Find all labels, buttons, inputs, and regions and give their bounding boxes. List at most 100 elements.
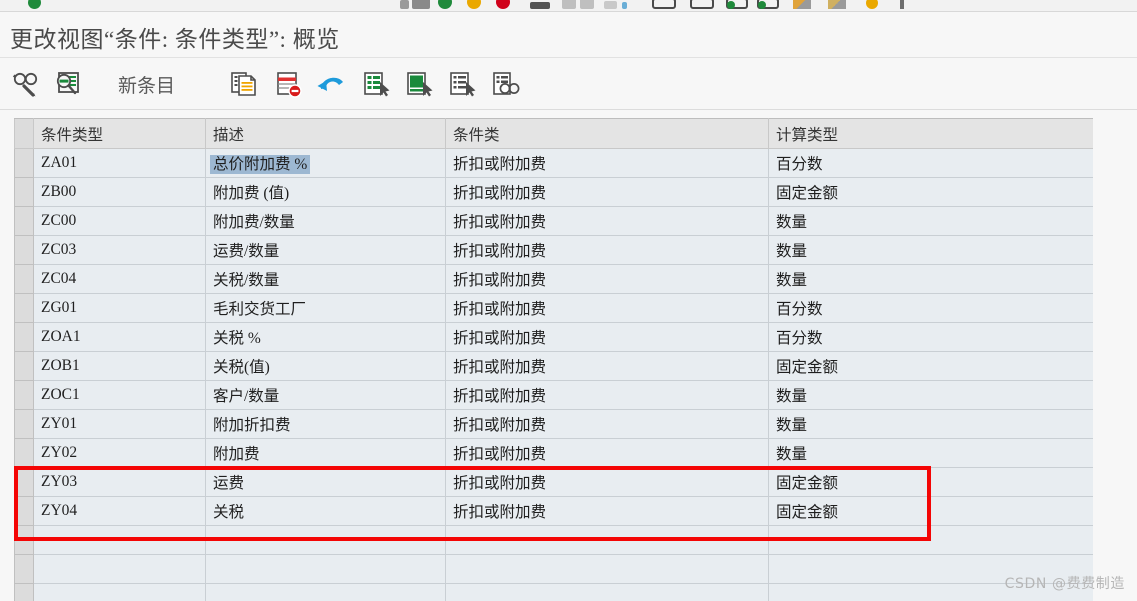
table-cell[interactable]: 折扣或附加费 xyxy=(445,264,769,294)
table-cell[interactable]: 数量 xyxy=(768,380,1093,410)
table-cell[interactable]: 关税/数量 xyxy=(205,264,446,294)
table-cell[interactable] xyxy=(768,525,1093,555)
display-selection-icon[interactable] xyxy=(487,66,523,102)
row-selector-cell[interactable] xyxy=(14,148,34,178)
row-selector-cell[interactable] xyxy=(14,380,34,410)
back-red-icon[interactable] xyxy=(496,0,510,9)
table-cell[interactable] xyxy=(445,525,769,555)
select-block-icon[interactable] xyxy=(401,66,437,102)
first-page-icon[interactable] xyxy=(652,0,676,9)
table-cell[interactable]: 折扣或附加费 xyxy=(445,467,769,497)
table-cell[interactable]: 固定金额 xyxy=(768,177,1093,207)
table-cell[interactable] xyxy=(205,554,446,584)
row-selector-cell[interactable] xyxy=(14,264,34,294)
table-cell[interactable]: 附加折扣费 xyxy=(205,409,446,439)
table-row[interactable]: ZG01 毛利交货工厂 折扣或附加费 百分数 xyxy=(14,293,1093,323)
table-cell[interactable]: 总价附加费 % xyxy=(205,148,446,178)
table-cell[interactable]: 折扣或附加费 xyxy=(445,177,769,207)
table-row[interactable]: ZOA1 关税 % 折扣或附加费 百分数 xyxy=(14,322,1093,352)
table-cell[interactable]: ZY04 xyxy=(33,496,206,526)
table-cell[interactable]: 关税 xyxy=(205,496,446,526)
table-cell[interactable]: ZY03 xyxy=(33,467,206,497)
select-detail-icon[interactable] xyxy=(50,66,86,102)
row-selector-cell[interactable] xyxy=(14,467,34,497)
table-cell[interactable]: ZOB1 xyxy=(33,351,206,381)
table-row[interactable]: ZC00 附加费/数量 折扣或附加费 数量 xyxy=(14,206,1093,236)
table-cell[interactable]: 百分数 xyxy=(768,148,1093,178)
table-cell[interactable] xyxy=(205,525,446,555)
table-cell[interactable]: 毛利交货工厂 xyxy=(205,293,446,323)
table-cell[interactable]: 固定金额 xyxy=(768,467,1093,497)
table-row[interactable]: ZA01 总价附加费 % 折扣或附加费 百分数 xyxy=(14,148,1093,178)
table-cell[interactable]: ZY01 xyxy=(33,409,206,439)
display-change-icon[interactable] xyxy=(8,66,44,102)
table-row-empty[interactable] xyxy=(14,554,1093,584)
column-header-calculation-type[interactable]: 计算类型 xyxy=(768,118,1093,149)
table-cell[interactable]: ZY02 xyxy=(33,438,206,468)
table-row[interactable]: ZOB1 关税(值) 折扣或附加费 固定金额 xyxy=(14,351,1093,381)
find-gray-icon[interactable] xyxy=(604,1,617,9)
table-row[interactable]: ZY02 附加费 折扣或附加费 数量 xyxy=(14,438,1093,468)
table-body[interactable]: ZA01 总价附加费 % 折扣或附加费 百分数 ZB00 附加费 (值) 折扣或附加费 固定金… xyxy=(14,148,1093,601)
table-cell[interactable] xyxy=(33,554,206,584)
table-cell[interactable]: 折扣或附加费 xyxy=(445,496,769,526)
undo-icon[interactable] xyxy=(313,66,349,102)
row-selector-cell[interactable] xyxy=(14,293,34,323)
status-green-dot[interactable] xyxy=(28,0,41,9)
command-field-icon[interactable] xyxy=(400,0,409,9)
table-cell[interactable]: 折扣或附加费 xyxy=(445,148,769,178)
table-cell[interactable] xyxy=(33,583,206,601)
copy-as-icon[interactable] xyxy=(226,66,262,102)
table-cell[interactable]: 固定金额 xyxy=(768,496,1093,526)
delete-icon[interactable] xyxy=(270,66,306,102)
table-cell[interactable]: 附加费 (值) xyxy=(205,177,446,207)
system-toolbar[interactable] xyxy=(0,0,1137,12)
table-cell[interactable]: 折扣或附加费 xyxy=(445,322,769,352)
find-next-blue-icon[interactable] xyxy=(622,2,627,9)
table-cell[interactable] xyxy=(33,525,206,555)
table-cell[interactable]: 数量 xyxy=(768,438,1093,468)
row-selector-cell[interactable] xyxy=(14,525,34,555)
command-field-box-icon[interactable] xyxy=(412,0,430,9)
table-row-empty[interactable] xyxy=(14,583,1093,601)
cancel-gray-icon[interactable] xyxy=(562,0,576,9)
table-cell[interactable]: ZB00 xyxy=(33,177,206,207)
table-cell[interactable] xyxy=(205,583,446,601)
table-cell[interactable]: 运费 xyxy=(205,467,446,497)
table-cell[interactable]: ZA01 xyxy=(33,148,206,178)
row-selector-cell[interactable] xyxy=(14,177,34,207)
column-header-condition-type[interactable]: 条件类型 xyxy=(33,118,206,149)
previous-page-icon[interactable] xyxy=(690,0,714,9)
table-cell[interactable]: 百分数 xyxy=(768,293,1093,323)
row-selector-cell[interactable] xyxy=(14,554,34,584)
table-cell[interactable]: 折扣或附加费 xyxy=(445,380,769,410)
application-toolbar[interactable]: 新条目 xyxy=(0,58,1137,110)
table-cell[interactable]: 百分数 xyxy=(768,322,1093,352)
row-selector-cell[interactable] xyxy=(14,206,34,236)
table-row-empty[interactable] xyxy=(14,525,1093,555)
row-selector-cell[interactable] xyxy=(14,496,34,526)
row-selector-cell[interactable] xyxy=(14,583,34,601)
table-cell[interactable]: 数量 xyxy=(768,206,1093,236)
conditions-table[interactable]: 条件类型 描述 条件类 计算类型 ZA01 总价附加费 % 折扣或附加费 百分数 ZB0… xyxy=(14,118,1093,601)
table-cell[interactable]: 折扣或附加费 xyxy=(445,409,769,439)
table-cell[interactable]: ZG01 xyxy=(33,293,206,323)
table-row[interactable]: ZOC1 客户/数量 折扣或附加费 数量 xyxy=(14,380,1093,410)
print-gray-icon[interactable] xyxy=(580,0,594,9)
new-window-orange-icon[interactable] xyxy=(793,0,811,9)
table-cell[interactable]: 附加费/数量 xyxy=(205,206,446,236)
table-cell[interactable]: 客户/数量 xyxy=(205,380,446,410)
table-cell[interactable]: 折扣或附加费 xyxy=(445,235,769,265)
table-cell[interactable] xyxy=(445,583,769,601)
table-cell[interactable]: 数量 xyxy=(768,235,1093,265)
table-cell[interactable]: ZOC1 xyxy=(33,380,206,410)
table-row[interactable]: ZY04 关税 折扣或附加费 固定金额 xyxy=(14,496,1093,526)
select-all-icon[interactable] xyxy=(358,66,394,102)
conditions-table-wrapper[interactable]: 条件类型 描述 条件类 计算类型 ZA01 总价附加费 % 折扣或附加费 百分数 ZB0… xyxy=(14,118,1093,601)
layout-menu-icon[interactable] xyxy=(900,0,904,9)
enter-green-icon[interactable] xyxy=(438,0,452,9)
table-cell[interactable]: 关税(值) xyxy=(205,351,446,381)
table-cell[interactable]: 数量 xyxy=(768,409,1093,439)
column-header-description[interactable]: 描述 xyxy=(205,118,446,149)
table-cell[interactable]: 折扣或附加费 xyxy=(445,206,769,236)
